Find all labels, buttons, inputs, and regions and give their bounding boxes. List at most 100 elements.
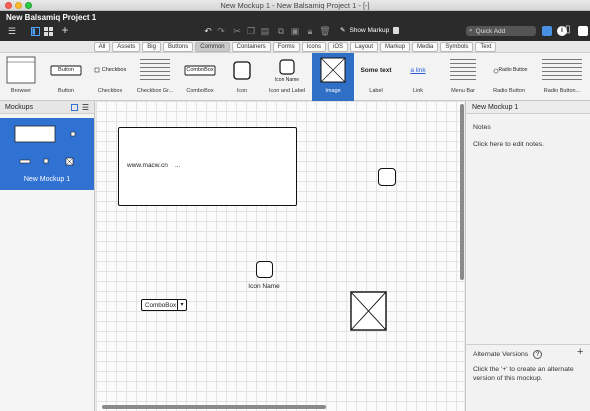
mockup-canvas[interactable]: www.macw.cn ... Icon Name ComboBox ▾ bbox=[96, 101, 464, 411]
add-alternate-version-button[interactable]: + bbox=[577, 346, 583, 358]
browser-url-dots: ... bbox=[175, 162, 181, 169]
icon-shape bbox=[256, 261, 273, 278]
paste-icon[interactable]: ▤ bbox=[260, 26, 270, 36]
help-icon[interactable]: ? bbox=[533, 350, 542, 359]
markup-note-icon bbox=[393, 26, 400, 34]
mockups-sidebar: Mockups ☰ New Mockup 1 bbox=[0, 101, 95, 411]
category-tab-assets[interactable]: Assets bbox=[112, 41, 141, 52]
category-tabs: All Assets Big Buttons Common Containers Forms… bbox=[0, 41, 590, 53]
duplicate-icon[interactable]: ⧉ bbox=[276, 26, 286, 36]
library-preview-icon bbox=[542, 59, 582, 80]
copy-icon[interactable]: ❐ bbox=[246, 26, 256, 36]
library-preview-text: Button bbox=[58, 67, 74, 73]
add-mockup-icon[interactable]: + bbox=[59, 23, 71, 37]
library-preview-text: Checkbox bbox=[101, 67, 127, 73]
cut-icon[interactable]: ✂ bbox=[232, 26, 242, 36]
category-tab-markup[interactable]: Markup bbox=[380, 41, 411, 52]
category-tab-forms[interactable]: Forms bbox=[272, 41, 300, 52]
library-item-browser[interactable]: Browser bbox=[2, 53, 40, 101]
library-item-button[interactable]: Button Button bbox=[46, 53, 86, 101]
library-item-image[interactable]: Image bbox=[312, 53, 354, 101]
category-tab-big[interactable]: Big bbox=[142, 41, 161, 52]
category-tab-all[interactable]: All bbox=[93, 41, 111, 52]
library-item-checkbox[interactable]: Checkbox Checkbox bbox=[90, 53, 130, 101]
component-library: Browser Button Button Checkbox Checkbox Check… bbox=[0, 53, 590, 101]
library-preview-icon bbox=[450, 59, 476, 80]
mockup-thumbnail[interactable]: New Mockup 1 bbox=[0, 118, 94, 190]
library-item-checkbox-gr[interactable]: Checkbox Gr... bbox=[132, 53, 178, 101]
combobox-text: ComboBox bbox=[145, 302, 177, 309]
chevron-down-icon: ▾ bbox=[177, 300, 186, 310]
sidebar-title: Mockups bbox=[5, 104, 34, 111]
category-tab-layout[interactable]: Layout bbox=[350, 41, 379, 52]
library-item-label: Radio Button... bbox=[543, 88, 581, 94]
library-item-radio-button[interactable]: Radio Button... bbox=[534, 53, 590, 101]
library-preview-text: a link bbox=[410, 67, 426, 74]
library-preview-icon bbox=[320, 57, 346, 83]
canvas-vertical-scrollbar[interactable] bbox=[460, 104, 464, 280]
library-item-label: Radio Button bbox=[493, 88, 525, 94]
mockup-name: New Mockup 1 bbox=[23, 176, 71, 183]
list-view-icon[interactable]: ☰ bbox=[82, 103, 89, 112]
category-tab-symbols[interactable]: Symbols bbox=[440, 41, 474, 52]
lock-icon[interactable]: 🔒︎ bbox=[305, 26, 315, 36]
library-item-label: Label bbox=[369, 88, 383, 94]
library-preview-text: ComboBox bbox=[186, 67, 214, 73]
alt-versions-hint-2: version of this mockup. bbox=[473, 375, 543, 382]
category-tab-media[interactable]: Media bbox=[412, 41, 439, 52]
library-item-menu-bar[interactable]: Menu Bar bbox=[442, 53, 484, 101]
canvas-icon-and-label[interactable]: Icon Name bbox=[244, 261, 284, 293]
canvas-icon[interactable] bbox=[378, 168, 396, 186]
library-item-label: Menu Bar bbox=[451, 88, 475, 94]
show-markup-toggle[interactable]: ✎ Show Markup bbox=[340, 26, 400, 34]
properties-panel: New Mockup 1 Notes Click here to edit no… bbox=[465, 101, 590, 411]
undo-icon[interactable]: ↶ bbox=[203, 26, 213, 36]
library-item-link[interactable]: a link Link bbox=[398, 53, 438, 101]
delete-icon[interactable]: 🗑︎ bbox=[319, 26, 330, 36]
window-title: New Mockup 1 - New Balsamiq Project 1 - … bbox=[220, 1, 370, 10]
document-icon[interactable]: ▯ bbox=[565, 24, 575, 35]
sidebar-header: Mockups ☰ bbox=[0, 101, 94, 114]
library-item-combobox[interactable]: ComboBox ComboBox bbox=[180, 53, 220, 101]
library-preview-text: Icon Name bbox=[274, 77, 300, 83]
library-item-radio-button[interactable]: Radio Button Radio Button bbox=[486, 53, 532, 101]
category-tab-containers[interactable]: Containers bbox=[231, 41, 271, 52]
properties-title: New Mockup 1 bbox=[466, 101, 590, 114]
redo-icon[interactable]: ↷ bbox=[216, 26, 226, 36]
library-preview-icon bbox=[140, 59, 170, 80]
category-tab-ios[interactable]: iOS bbox=[328, 41, 349, 52]
category-tab-common[interactable]: Common bbox=[195, 41, 230, 52]
category-tab-text[interactable]: Text bbox=[475, 41, 497, 52]
window-titlebar: New Mockup 1 - New Balsamiq Project 1 - … bbox=[0, 0, 590, 11]
view-grid-icon[interactable] bbox=[43, 26, 53, 36]
presentation-icon[interactable] bbox=[578, 26, 588, 36]
library-item-icon[interactable]: Icon bbox=[222, 53, 262, 101]
mockup-preview-image bbox=[14, 125, 76, 166]
menu-icon[interactable]: ☰ bbox=[6, 26, 18, 36]
alt-versions-label: Alternate Versions bbox=[473, 351, 529, 358]
canvas-browser[interactable]: www.macw.cn ... bbox=[118, 127, 297, 206]
library-item-icon-and-label[interactable]: Icon Name Icon and Label bbox=[264, 53, 310, 101]
markup-icon: ✎ bbox=[340, 27, 346, 34]
library-preview-icon bbox=[6, 56, 36, 84]
library-item-label: Checkbox Gr... bbox=[136, 88, 174, 94]
browser-url-text: www.macw.cn bbox=[127, 162, 168, 169]
library-item-label[interactable]: Some text Label bbox=[356, 53, 396, 101]
thumbnail-view-icon[interactable] bbox=[71, 104, 78, 111]
quick-add-input[interactable]: ⌕ Quick Add bbox=[466, 26, 536, 36]
library-preview-text: Radio Button bbox=[498, 67, 528, 73]
canvas-combobox[interactable]: ComboBox ▾ bbox=[141, 299, 187, 311]
category-tab-icons[interactable]: Icons bbox=[301, 41, 326, 52]
library-item-label: Image bbox=[325, 88, 341, 94]
properties-icon[interactable] bbox=[542, 26, 552, 36]
notes-label: Notes bbox=[473, 124, 491, 131]
library-item-label: Browser bbox=[10, 88, 32, 94]
canvas-image[interactable] bbox=[350, 291, 387, 331]
view-single-icon[interactable] bbox=[30, 26, 40, 36]
library-item-label: Link bbox=[412, 88, 424, 94]
library-preview-text: Some text bbox=[360, 67, 392, 74]
canvas-horizontal-scrollbar[interactable] bbox=[102, 405, 326, 409]
notes-edit-area[interactable]: Click here to edit notes. bbox=[473, 141, 544, 148]
category-tab-buttons[interactable]: Buttons bbox=[162, 41, 194, 52]
group-icon[interactable]: ▣ bbox=[290, 26, 300, 36]
